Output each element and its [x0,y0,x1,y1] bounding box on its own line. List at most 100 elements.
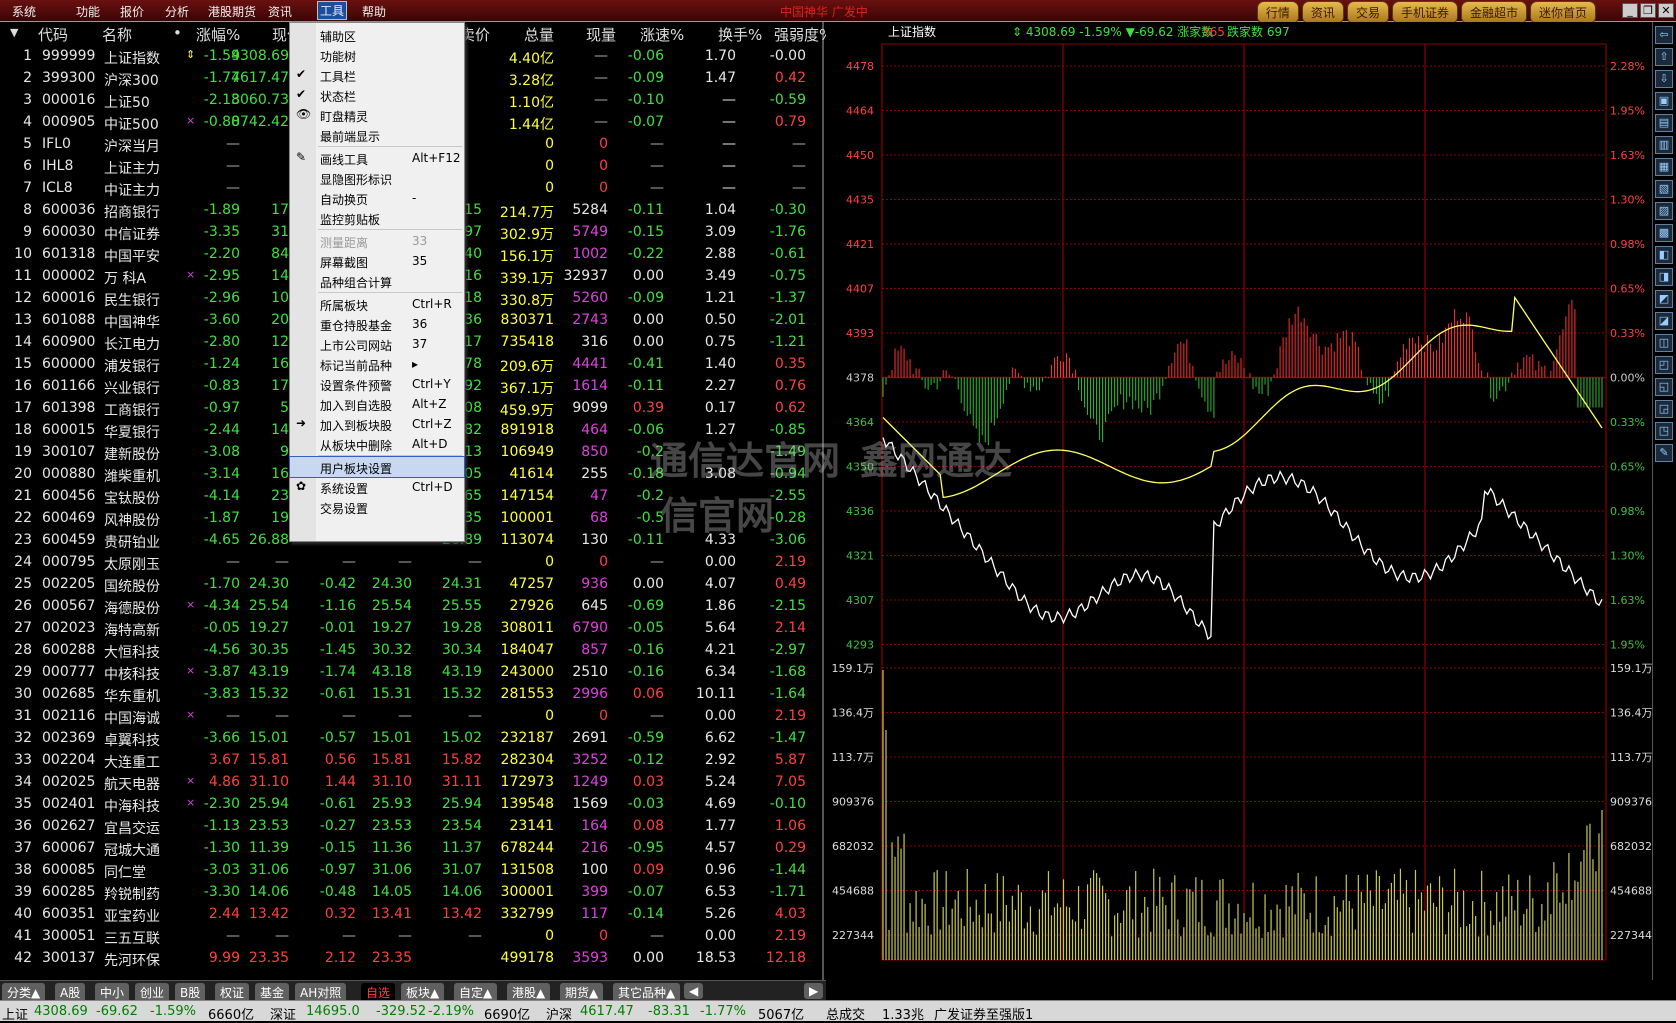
sidebar-tool-icon[interactable]: ⇧ [1655,48,1673,66]
menu-item[interactable]: 监控剪贴板 [290,208,464,228]
menu-item-7[interactable]: 帮助 [362,3,386,20]
table-row[interactable]: 32 002369 卓翼科技 -3.66 15.01 -0.57 15.01 15.02 232… [0,728,824,750]
table-row[interactable]: 36 002627 宜昌交运 -1.13 23.53 -0.27 23.53 23.54 231… [0,816,824,838]
column-header[interactable]: 涨幅% [196,24,240,45]
sidebar-tool-icon[interactable]: ▣ [1655,92,1673,110]
table-row[interactable]: 29 000777 中核科技 × -3.87 43.19 -1.74 43.18 43.19 24… [0,662,824,684]
menu-item-0[interactable]: 系统 [12,3,36,20]
menu-item[interactable]: 交易设置 [290,497,464,517]
column-header[interactable]: 涨速% [640,24,684,45]
sidebar-tool-icon[interactable]: ◩ [1655,290,1673,308]
table-row[interactable]: 35 002401 中海科技 × -2.30 25.94 -0.61 25.93 25.94 13… [0,794,824,816]
menu-item[interactable]: 显隐图形标识 [290,168,464,188]
column-header[interactable]: 换手% [718,24,762,45]
menu-item-5[interactable]: 资讯 [268,3,292,20]
sidebar-tool-icon[interactable]: ◧ [1655,246,1673,264]
column-header[interactable]: 总量 [524,24,554,45]
stock-name: 中国神华 [104,315,160,331]
table-row[interactable]: 27 002023 海特高新 -0.05 19.27 -0.01 19.27 19.28 308… [0,618,824,640]
cell: 5284 [572,202,608,218]
sort-arrow-icon[interactable]: ▼ [10,26,18,39]
menu-item[interactable]: 功能树 [290,45,464,65]
table-row[interactable]: 33 002204 大连重工 3.67 15.81 0.56 15.81 15.82 28230… [0,750,824,772]
price-tick: 4364 [846,416,874,429]
sidebar-tool-icon[interactable]: ◨ [1655,268,1673,286]
menu-item[interactable]: ✎ 画线工具 Alt+F12 [290,148,464,168]
top-button-5[interactable]: 迷你首页 [1529,1,1596,24]
sidebar-tool-icon[interactable]: ✎ [1655,444,1673,462]
menu-item-2[interactable]: 报价 [120,3,144,20]
sidebar-tool-icon[interactable]: ▤ [1655,114,1673,132]
menu-item[interactable]: ✔ 工具栏 [290,65,464,85]
top-button-2[interactable]: 交易 [1346,1,1389,24]
scroll-left-icon[interactable]: ◀ [684,983,704,999]
table-row[interactable]: 25 002205 国统股份 -1.70 24.30 -0.42 24.30 24.31 472… [0,574,824,596]
table-row[interactable]: 26 000567 海德股份 × -4.34 25.54 -1.16 25.54 25.55 27… [0,596,824,618]
table-row[interactable]: 31 002116 中国海诚 × — — — — —0 0—0.00 2.19 [0,706,824,728]
table-row[interactable]: 30 002685 华东重机 -3.83 15.32 -0.61 15.31 15.32 281… [0,684,824,706]
sidebar-tool-icon[interactable]: ▩ [1655,224,1673,242]
menu-item[interactable]: 加入到自选股 Alt+Z [290,394,464,414]
menu-item-3[interactable]: 分析 [165,3,189,20]
sidebar-tool-icon[interactable]: ▧ [1655,180,1673,198]
sidebar-tool-icon[interactable]: ◫ [1655,334,1673,352]
menu-item[interactable]: 从板块中删除 Alt+D [290,434,464,454]
table-row[interactable]: 37 600067 冠城大通 -1.30 11.39 -0.15 11.36 11.37 678… [0,838,824,860]
menu-item[interactable]: 自动换页 - [290,188,464,208]
menu-item[interactable]: 辅助区 [290,25,464,45]
top-button-3[interactable]: 手机证券 [1391,1,1458,24]
minimize-icon[interactable]: _ [1622,3,1638,18]
top-button-4[interactable]: 金融超市 [1460,1,1527,24]
menu-item[interactable]: ➜ 加入到板块股 Ctrl+Z [290,414,464,434]
menu-item[interactable]: ✔ 状态栏 [290,85,464,105]
sidebar-tool-icon[interactable]: ⇦ [1655,26,1673,44]
menu-item-6[interactable]: 工具 [316,1,348,20]
menu-item[interactable]: 重仓持股基金 36 [290,314,464,334]
table-row[interactable]: 39 600285 羚锐制药 -3.30 14.06 -0.48 14.05 14.06 300… [0,882,824,904]
close-icon[interactable]: ✕ [1658,3,1674,18]
menu-item[interactable]: 设置条件预警 Ctrl+Y [290,374,464,394]
sidebar-tool-icon[interactable]: ◪ [1655,312,1673,330]
menu-item[interactable]: 标记当前品种 ▸ [290,354,464,374]
column-header[interactable]: 强弱度% [774,24,833,45]
table-row[interactable]: 28 600288 大恒科技 -4.56 30.35 -1.45 30.32 30.34 184… [0,640,824,662]
scroll-right-icon[interactable]: ▶ [804,983,824,999]
menu-item[interactable]: 👁 盯盘精灵 [290,105,464,125]
table-row[interactable]: 34 002025 航天电器 × 4.86 31.10 1.44 31.10 31.11 1729… [0,772,824,794]
menu-item[interactable]: 屏幕截图 35 [290,251,464,271]
top-button-1[interactable]: 资讯 [1301,1,1344,24]
column-header[interactable]: 现量 [586,24,616,45]
restore-icon[interactable]: ❐ [1640,3,1656,18]
menu-item[interactable]: ✿ 系统设置 Ctrl+D [290,477,464,497]
sidebar-tool-icon[interactable]: ◱ [1655,378,1673,396]
table-row[interactable]: 40 600351 亚宝药业 2.44 13.42 0.32 13.41 13.42 33279… [0,904,824,926]
sidebar-tool-icon[interactable]: ▨ [1655,202,1673,220]
cell: 1614 [572,378,608,394]
stock-name: 兴业银行 [104,381,160,397]
menu-item[interactable]: 所属板块 Ctrl+R [290,294,464,314]
sidebar-tool-icon[interactable]: ◲ [1655,400,1673,418]
intraday-chart[interactable]: 4478 2.28% 4464 1.95% 4450 1.63% 4435 1.30% 4421… [826,22,1653,993]
table-row[interactable]: 38 600085 同仁堂 -3.03 31.06 -0.97 31.06 31.07 1315… [0,860,824,882]
column-header[interactable]: 名称 [102,24,132,45]
cell: 339.1万 [499,271,554,287]
table-row[interactable]: 42 300137 先河环保 9.99 23.35 2.12 23.35 499178 3593… [0,948,824,970]
menu-item[interactable]: 上市公司网站 37 [290,334,464,354]
table-row[interactable]: 24 000795 太原刚玉 — — — — —0 0—0.00 2.19 [0,552,824,574]
sidebar-tool-icon[interactable]: ◳ [1655,422,1673,440]
menu-item[interactable]: 用户板块设置 [289,456,465,478]
stock-code: 600030 [42,224,96,240]
stock-code: 601398 [42,400,96,416]
column-header[interactable]: • [173,24,182,42]
sidebar-tool-icon[interactable]: ▦ [1655,158,1673,176]
menu-item-4[interactable]: 港股期货 [208,3,256,20]
menu-item[interactable]: 品种组合计算 [290,271,464,291]
column-header[interactable]: 代码 [38,24,68,45]
sidebar-tool-icon[interactable]: ◰ [1655,356,1673,374]
sidebar-tool-icon[interactable]: ▥ [1655,136,1673,154]
menu-item[interactable]: 最前端显示 [290,125,464,145]
sidebar-tool-icon[interactable]: ⇩ [1655,70,1673,88]
top-button-0[interactable]: 行情 [1256,1,1299,24]
table-row[interactable]: 41 300051 三五互联 — — — — —0 0—0.00 2.19 [0,926,824,948]
menu-item-1[interactable]: 功能 [76,3,100,20]
